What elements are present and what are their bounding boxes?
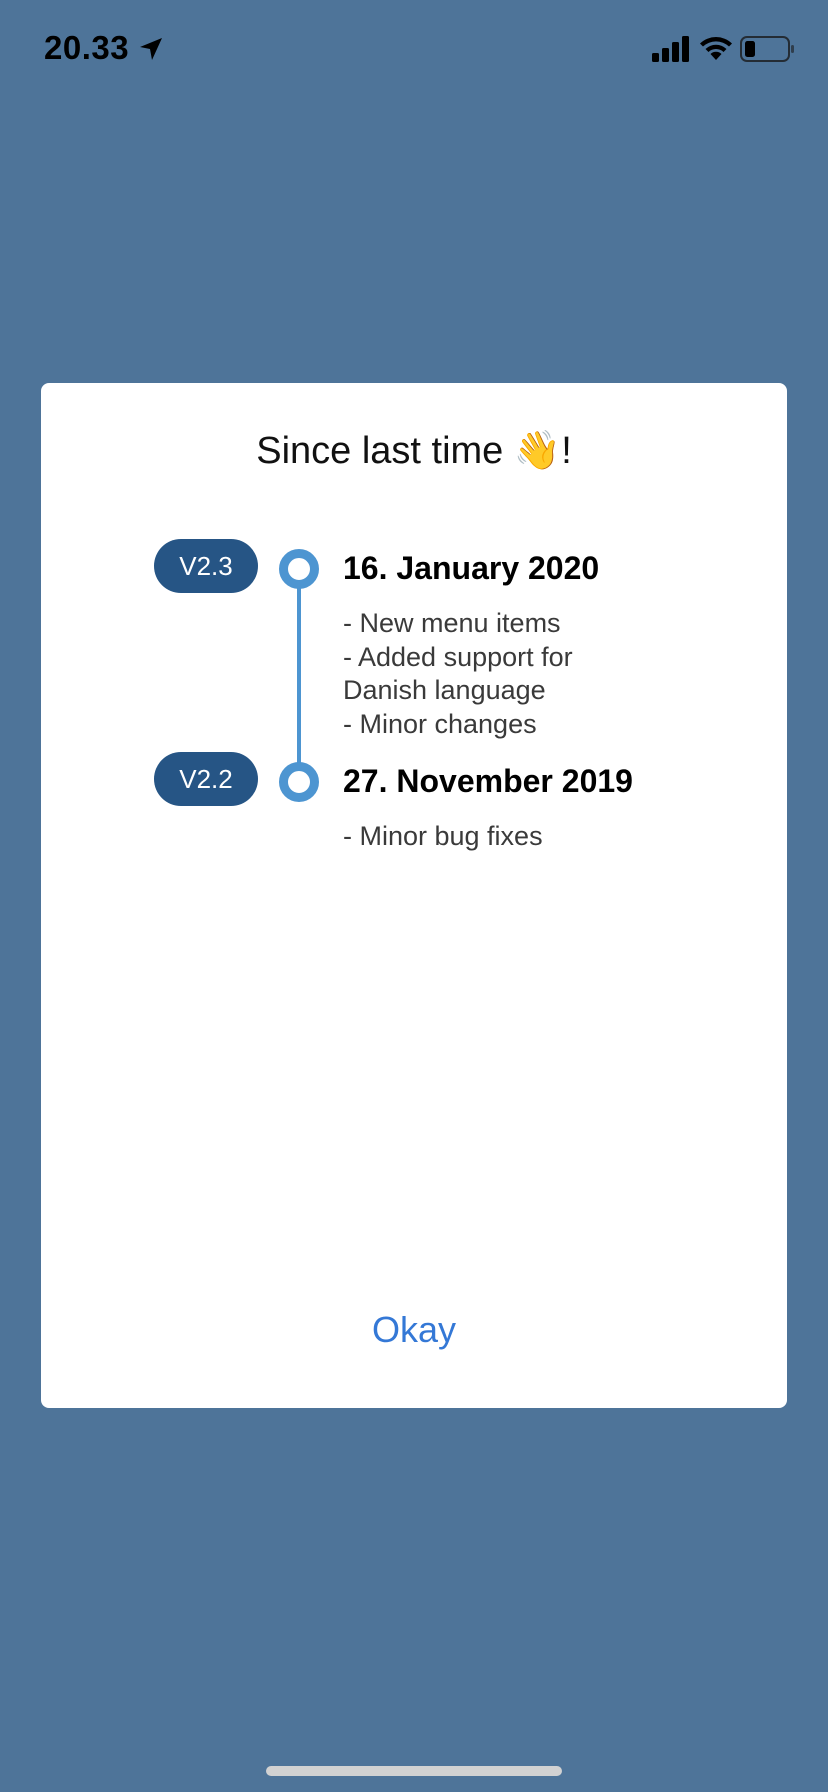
okay-button[interactable]: Okay	[314, 1300, 514, 1360]
status-time: 20.33	[44, 29, 130, 66]
dialog-title-suffix: !	[561, 430, 572, 472]
home-indicator[interactable]	[266, 1766, 562, 1776]
status-bar: 20.33	[0, 0, 828, 100]
release-notes: - Minor bug fixes	[343, 820, 663, 854]
release-date: 27. November 2019	[343, 763, 633, 799]
waving-hand-emoji: 👋	[513, 428, 562, 472]
timeline-line	[297, 569, 301, 781]
release-note: - New menu items	[343, 608, 561, 638]
dialog-title-text: Since last time	[256, 430, 504, 472]
timeline-dot	[279, 549, 319, 589]
wifi-icon	[700, 37, 732, 60]
whats-new-dialog	[41, 383, 787, 1408]
battery-icon	[740, 36, 794, 62]
release-note: - Added support for Danish language	[343, 641, 573, 706]
release-date: 16. January 2020	[343, 550, 600, 586]
release-note: - Minor bug fixes	[343, 821, 543, 851]
cellular-signal-icon	[652, 36, 689, 62]
release-note: - Minor changes	[343, 708, 537, 739]
timeline-dot	[279, 762, 319, 802]
dialog-title: Since last time 👋!	[0, 428, 828, 473]
version-badge: V2.3	[154, 539, 258, 593]
release-notes: - New menu items - Added support for Dan…	[343, 607, 663, 741]
version-badge: V2.2	[154, 752, 258, 806]
location-arrow-icon	[140, 38, 162, 60]
app-screen: 20.33 Since last time 👋! V2.3 16. Januar…	[0, 0, 828, 1792]
